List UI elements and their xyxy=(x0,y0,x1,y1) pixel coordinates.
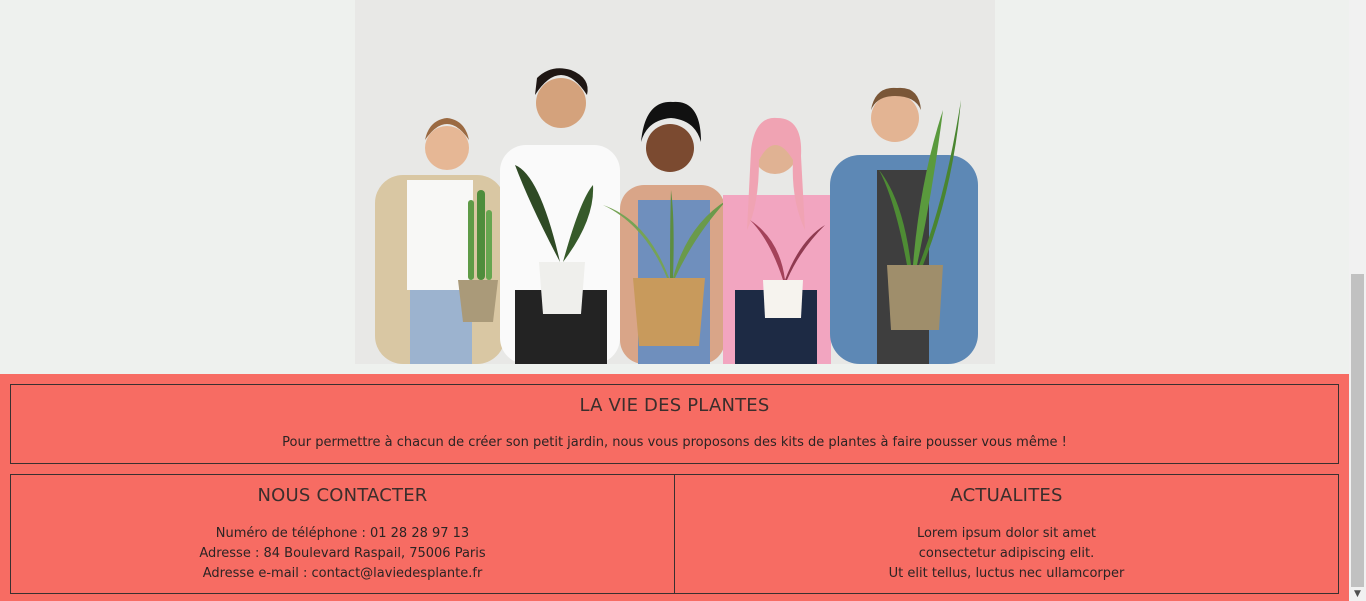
contact-email: Adresse e-mail : contact@laviedesplante.… xyxy=(202,566,483,581)
contact-address: Adresse : 84 Boulevard Raspail, 75006 Pa… xyxy=(199,546,486,561)
about-title: LA VIE DES PLANTES xyxy=(579,395,770,416)
news-title: ACTUALITES xyxy=(950,485,1063,506)
scroll-down-icon[interactable]: ▼ xyxy=(1349,587,1366,601)
contact-section: NOUS CONTACTER Numéro de téléphone : 01 … xyxy=(10,474,675,594)
site-footer: LA VIE DES PLANTES Pour permettre à chac… xyxy=(0,374,1349,601)
people-with-plants-illustration xyxy=(355,0,995,364)
news-text: Lorem ipsum dolor sit amet consectetur a… xyxy=(675,524,1338,584)
scrollbar-thumb[interactable] xyxy=(1351,274,1364,587)
news-line-1: Lorem ipsum dolor sit amet xyxy=(916,526,1097,541)
hero-image xyxy=(355,0,995,364)
hero-section xyxy=(0,0,1349,374)
news-line-3: Ut elit tellus, luctus nec ullamcorper xyxy=(888,566,1125,581)
contact-details: Numéro de téléphone : 01 28 28 97 13 Adr… xyxy=(11,524,674,584)
contact-title: NOUS CONTACTER xyxy=(257,485,428,506)
news-line-2: consectetur adipiscing elit. xyxy=(918,546,1095,561)
about-section: LA VIE DES PLANTES Pour permettre à chac… xyxy=(10,384,1339,464)
vertical-scrollbar[interactable]: ▼ xyxy=(1349,0,1366,601)
contact-phone: Numéro de téléphone : 01 28 28 97 13 xyxy=(215,526,470,541)
about-description: Pour permettre à chacun de créer son pet… xyxy=(282,435,1067,450)
news-section: ACTUALITES Lorem ipsum dolor sit amet co… xyxy=(674,474,1339,594)
